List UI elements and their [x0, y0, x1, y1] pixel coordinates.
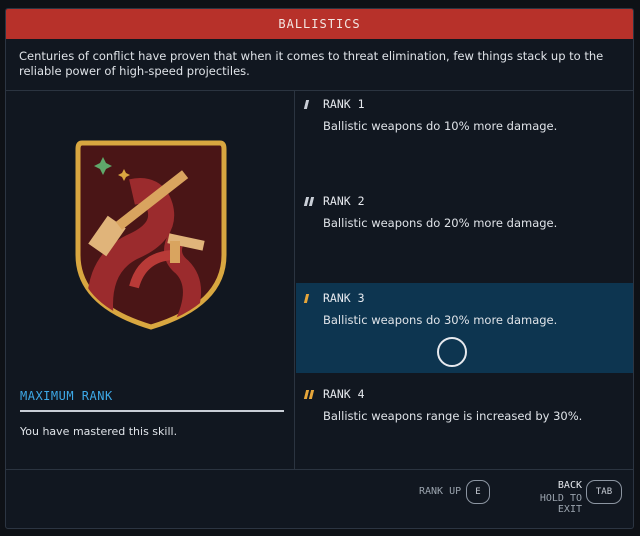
rank-3[interactable]: RANK 3 Ballistic weapons do 30% more dam… [296, 283, 633, 373]
skill-title: BALLISTICS [6, 9, 633, 39]
rank-3-pips-icon [303, 293, 317, 303]
rank-list: RANK 1 Ballistic weapons do 10% more dam… [296, 91, 633, 469]
mastered-text: You have mastered this skill. [20, 425, 178, 438]
rank-1-label: RANK 1 [323, 97, 365, 111]
rank-3-desc: Ballistic weapons do 30% more damage. [323, 313, 558, 327]
back-label-group: BACK HOLD TO EXIT [526, 480, 582, 515]
ballistics-badge-icon [75, 140, 227, 330]
rank-3-label: RANK 3 [323, 291, 365, 305]
skill-summary: MAXIMUM RANK You have mastered this skil… [6, 91, 295, 469]
hold-to-exit-label: HOLD TO EXIT [539, 493, 582, 515]
skill-panel: BALLISTICS Centuries of conflict have pr… [5, 8, 634, 529]
rank-1-desc: Ballistic weapons do 10% more damage. [323, 119, 558, 133]
rank-1[interactable]: RANK 1 Ballistic weapons do 10% more dam… [296, 97, 633, 177]
rank-up-key-button[interactable]: E [466, 480, 490, 504]
rank-2[interactable]: RANK 2 Ballistic weapons do 20% more dam… [296, 194, 633, 274]
rank-1-pips-icon [303, 99, 317, 109]
rank-up-label: RANK UP [419, 486, 462, 497]
rank-2-pips-icon [303, 196, 317, 206]
rank-2-label: RANK 2 [323, 194, 365, 208]
back-label: BACK [557, 480, 582, 491]
back-key-button[interactable]: TAB [586, 480, 622, 504]
rank-4[interactable]: RANK 4 Ballistic weapons range is increa… [296, 387, 633, 467]
rank-4-label: RANK 4 [323, 387, 365, 401]
rank-2-desc: Ballistic weapons do 20% more damage. [323, 216, 558, 230]
cursor-circle-icon [437, 337, 467, 367]
maximum-rank-heading: MAXIMUM RANK [20, 389, 284, 412]
footer-controls: RANK UP E BACK HOLD TO EXIT TAB [6, 468, 633, 528]
skill-body: MAXIMUM RANK You have mastered this skil… [6, 91, 633, 470]
rank-4-pips-icon [303, 389, 317, 399]
rank-4-desc: Ballistic weapons range is increased by … [323, 409, 583, 423]
skill-description: Centuries of conflict have proven that w… [6, 39, 633, 91]
